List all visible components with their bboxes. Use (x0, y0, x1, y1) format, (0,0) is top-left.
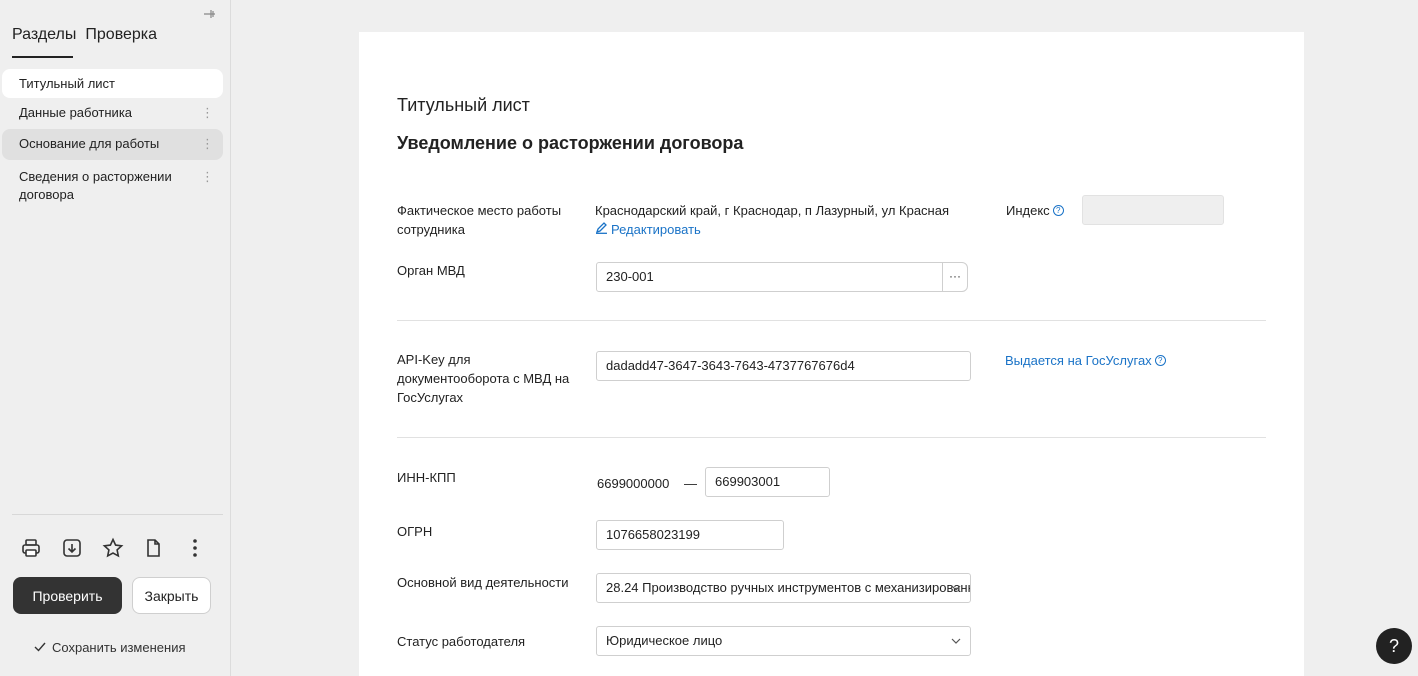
download-icon[interactable] (61, 537, 83, 559)
edit-address-link[interactable]: Редактировать (595, 221, 701, 237)
sidebar-item-employee-data[interactable]: Данные работника ⋮ (2, 98, 223, 128)
activity-label: Основной вид деятельности (397, 575, 569, 590)
tab-check[interactable]: Проверка (85, 26, 157, 44)
inn-kpp-label: ИНН-КПП (397, 470, 456, 485)
api-key-input[interactable]: dadadd47-3647-3643-7643-4737767676d4 (596, 351, 971, 381)
chevron-down-icon (951, 638, 961, 644)
sidebar-item-label: Основание для работы (19, 136, 160, 151)
mvd-input[interactable]: 230-001 (596, 262, 943, 292)
inn-kpp-dash: — (684, 476, 697, 491)
checkmark-icon (34, 640, 46, 655)
work-place-label: Фактическое место работы сотрудника (397, 203, 562, 237)
sidebar-item-label: Сведения о расторжении договора (19, 169, 172, 202)
close-button[interactable]: Закрыть (132, 577, 211, 614)
divider (397, 437, 1266, 438)
save-changes-button[interactable]: Сохранить изменения (34, 640, 186, 655)
ogrn-label: ОГРН (397, 524, 433, 539)
inn-value: 6699000000 (597, 476, 670, 491)
more-vertical-icon[interactable]: ⋮ (201, 104, 214, 122)
chevron-down-icon (951, 585, 961, 591)
more-icon[interactable] (184, 537, 206, 559)
form-title: Уведомление о расторжении договора (397, 133, 744, 153)
work-place-value: Краснодарский край, г Краснодар, п Лазур… (595, 203, 950, 218)
employer-status-label: Статус работодателя (397, 634, 526, 649)
ogrn-input[interactable]: 1076658023199 (596, 520, 784, 550)
employer-status-select[interactable]: Юридическое лицо (596, 626, 971, 656)
divider (12, 514, 223, 515)
mvd-label: Орган МВД (397, 263, 465, 278)
save-label: Сохранить изменения (52, 640, 186, 655)
edit-link-label: Редактировать (611, 221, 701, 237)
pencil-icon (595, 221, 608, 237)
index-label: Индекс ? (1006, 203, 1064, 218)
tab-sections[interactable]: Разделы (12, 26, 76, 44)
api-key-label: API-Key для документооборота с МВД на Го… (397, 352, 570, 405)
pin-icon[interactable] (201, 6, 217, 22)
check-button[interactable]: Проверить (13, 577, 122, 614)
sidebar: Разделы Проверка Титульный лист Данные р… (0, 0, 231, 676)
page-title: Титульный лист (397, 95, 530, 115)
sidebar-item-work-basis[interactable]: Основание для работы ⋮ (2, 129, 223, 160)
gosuslugi-link-label: Выдается на ГосУслугах (1005, 353, 1152, 368)
copy-icon[interactable] (143, 537, 165, 559)
more-vertical-icon[interactable]: ⋮ (201, 168, 214, 186)
gosuslugi-link[interactable]: Выдается на ГосУслугах ? (1005, 353, 1166, 368)
sidebar-item-termination-info[interactable]: Сведения о расторжении договора ⋮ (2, 162, 223, 210)
print-icon[interactable] (20, 537, 42, 559)
index-input[interactable] (1082, 195, 1224, 225)
mvd-select-button[interactable]: ··· (942, 262, 968, 292)
divider (397, 320, 1266, 321)
sidebar-nav: Титульный лист Данные работника ⋮ Основа… (2, 69, 223, 210)
help-circle-icon[interactable]: ? (1052, 205, 1064, 216)
star-icon[interactable] (102, 537, 124, 559)
index-label-text: Индекс (1006, 203, 1050, 218)
sidebar-item-label: Данные работника (19, 105, 133, 120)
sidebar-item-label: Титульный лист (19, 76, 116, 91)
form-card: Титульный лист Уведомление о расторжении… (359, 32, 1304, 676)
sidebar-toolbar (20, 537, 206, 559)
more-vertical-icon[interactable]: ⋮ (201, 135, 214, 153)
help-button[interactable]: ? (1376, 628, 1412, 664)
kpp-input[interactable]: 669903001 (705, 467, 830, 497)
activity-value: 28.24 Производство ручных инструментов с… (606, 580, 970, 595)
sidebar-item-title-page[interactable]: Титульный лист (2, 69, 223, 98)
active-tab-indicator (12, 56, 73, 58)
activity-select[interactable]: 28.24 Производство ручных инструментов с… (596, 573, 971, 603)
sidebar-tabs: Разделы Проверка (12, 26, 157, 44)
help-circle-icon[interactable]: ? (1154, 355, 1166, 366)
employer-status-value: Юридическое лицо (606, 633, 723, 648)
